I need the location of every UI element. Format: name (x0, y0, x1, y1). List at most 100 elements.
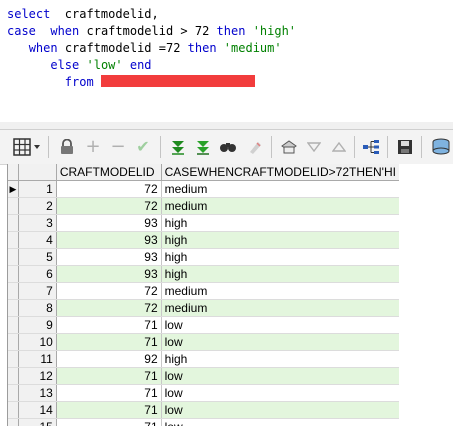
sql-string: 'high' (252, 24, 297, 38)
save-icon[interactable] (394, 136, 416, 158)
sql-line: case when craftmodelid > 72 then 'high' (7, 23, 296, 40)
cell-craftmodelid[interactable]: 72 (56, 197, 162, 215)
cell-case-value[interactable]: high (161, 350, 400, 368)
cell-craftmodelid[interactable]: 93 (56, 248, 162, 266)
cell-craftmodelid[interactable]: 71 (56, 401, 162, 419)
connection-icon[interactable] (430, 136, 452, 158)
indicator-header (8, 164, 19, 181)
table-row[interactable]: 6 93 high (8, 265, 400, 283)
find-icon[interactable] (217, 136, 239, 158)
column-header-case-expression[interactable]: CASEWHENCRAFTMODELID>72THEN'HI (161, 164, 400, 181)
table-row[interactable]: 8 72 medium (8, 299, 400, 317)
results-toolbar: + − ✔ (0, 130, 453, 165)
redacted-table-name (100, 75, 255, 87)
table-row[interactable]: 14 71 low (8, 401, 400, 419)
sql-line: when craftmodelid =72 then 'medium' (7, 40, 296, 57)
lock-icon[interactable] (56, 136, 78, 158)
cell-case-value[interactable]: low (161, 418, 400, 426)
sort-icon[interactable] (328, 136, 350, 158)
sql-line: else 'low' end (7, 57, 296, 74)
cell-craftmodelid[interactable]: 71 (56, 418, 162, 426)
cell-case-value[interactable]: high (161, 248, 400, 266)
results-grid[interactable]: CRAFTMODELID CASEWHENCRAFTMODELID>72THEN… (7, 164, 400, 426)
row-number: 11 (18, 350, 57, 368)
table-row[interactable]: 12 71 low (8, 367, 400, 385)
tree-icon[interactable] (360, 136, 382, 158)
add-record-icon[interactable]: + (82, 136, 104, 158)
toolbar-separator (354, 136, 355, 158)
sql-line: from (7, 74, 296, 91)
sql-text: 72 (194, 24, 210, 38)
clear-icon[interactable] (244, 136, 266, 158)
row-number: 1 (18, 180, 57, 198)
grid-menu-icon[interactable] (12, 136, 42, 158)
cell-case-value[interactable]: medium (161, 299, 400, 317)
filter-icon[interactable] (303, 136, 325, 158)
cell-craftmodelid[interactable]: 93 (56, 214, 162, 232)
toolbar-separator (387, 136, 388, 158)
table-row[interactable]: 13 71 low (8, 384, 400, 402)
cell-case-value[interactable]: low (161, 333, 400, 351)
sql-keyword: else (50, 58, 80, 72)
cell-case-value[interactable]: medium (161, 180, 400, 198)
sql-keyword: case (7, 24, 36, 38)
sql-code[interactable]: select craftmodelid, case when craftmodel… (7, 6, 296, 91)
fetch-all-icon[interactable] (192, 136, 214, 158)
cell-craftmodelid[interactable]: 93 (56, 265, 162, 283)
cell-craftmodelid[interactable]: 92 (56, 350, 162, 368)
export-icon[interactable] (278, 136, 300, 158)
cell-case-value[interactable]: medium (161, 197, 400, 215)
row-indicator (8, 214, 19, 232)
row-indicator (8, 265, 19, 283)
table-row[interactable]: 5 93 high (8, 248, 400, 266)
row-number: 10 (18, 333, 57, 351)
cell-craftmodelid[interactable]: 93 (56, 231, 162, 249)
table-row[interactable]: 9 71 low (8, 316, 400, 334)
sql-string: 'low' (86, 58, 123, 72)
post-edit-icon[interactable]: ✔ (132, 136, 154, 158)
fetch-next-icon[interactable] (167, 136, 189, 158)
results-table: CRAFTMODELID CASEWHENCRAFTMODELID>72THEN… (8, 164, 400, 426)
table-row[interactable]: 11 92 high (8, 350, 400, 368)
table-row[interactable]: 3 93 high (8, 214, 400, 232)
sql-keyword: then (187, 41, 217, 55)
sql-line: select craftmodelid, (7, 6, 296, 23)
table-row[interactable]: 4 93 high (8, 231, 400, 249)
cell-case-value[interactable]: high (161, 265, 400, 283)
row-number: 4 (18, 231, 57, 249)
cell-craftmodelid[interactable]: 71 (56, 384, 162, 402)
pane-splitter[interactable] (0, 122, 453, 130)
row-indicator (8, 367, 19, 385)
cell-craftmodelid[interactable]: 72 (56, 282, 162, 300)
grid-body: ▶ 1 72 medium 2 72 medium 3 93 high 4 93 high 5 93 high… (8, 180, 400, 426)
cell-case-value[interactable]: low (161, 384, 400, 402)
cell-case-value[interactable]: medium (161, 282, 400, 300)
cell-craftmodelid[interactable]: 72 (56, 299, 162, 317)
sql-text: 72 (165, 41, 181, 55)
cell-case-value[interactable]: high (161, 231, 400, 249)
row-indicator (8, 299, 19, 317)
row-number: 7 (18, 282, 57, 300)
column-header-craftmodelid[interactable]: CRAFTMODELID (56, 164, 162, 181)
table-row[interactable]: 10 71 low (8, 333, 400, 351)
sql-editor[interactable]: select craftmodelid, case when craftmodel… (0, 0, 453, 123)
cell-case-value[interactable]: low (161, 401, 400, 419)
table-row[interactable]: ▶ 1 72 medium (8, 180, 400, 198)
cell-case-value[interactable]: high (161, 214, 400, 232)
cell-case-value[interactable]: low (161, 316, 400, 334)
delete-record-icon[interactable]: − (107, 136, 129, 158)
table-row[interactable]: 7 72 medium (8, 282, 400, 300)
table-row[interactable]: 2 72 medium (8, 197, 400, 215)
table-row[interactable]: 1571low (8, 418, 400, 426)
cell-craftmodelid[interactable]: 71 (56, 333, 162, 351)
cell-craftmodelid[interactable]: 71 (56, 316, 162, 334)
row-number: 13 (18, 384, 57, 402)
cell-case-value[interactable]: low (161, 367, 400, 385)
cell-craftmodelid[interactable]: 72 (56, 180, 162, 198)
header-row: CRAFTMODELID CASEWHENCRAFTMODELID>72THEN… (8, 164, 400, 181)
cell-craftmodelid[interactable]: 71 (56, 367, 162, 385)
